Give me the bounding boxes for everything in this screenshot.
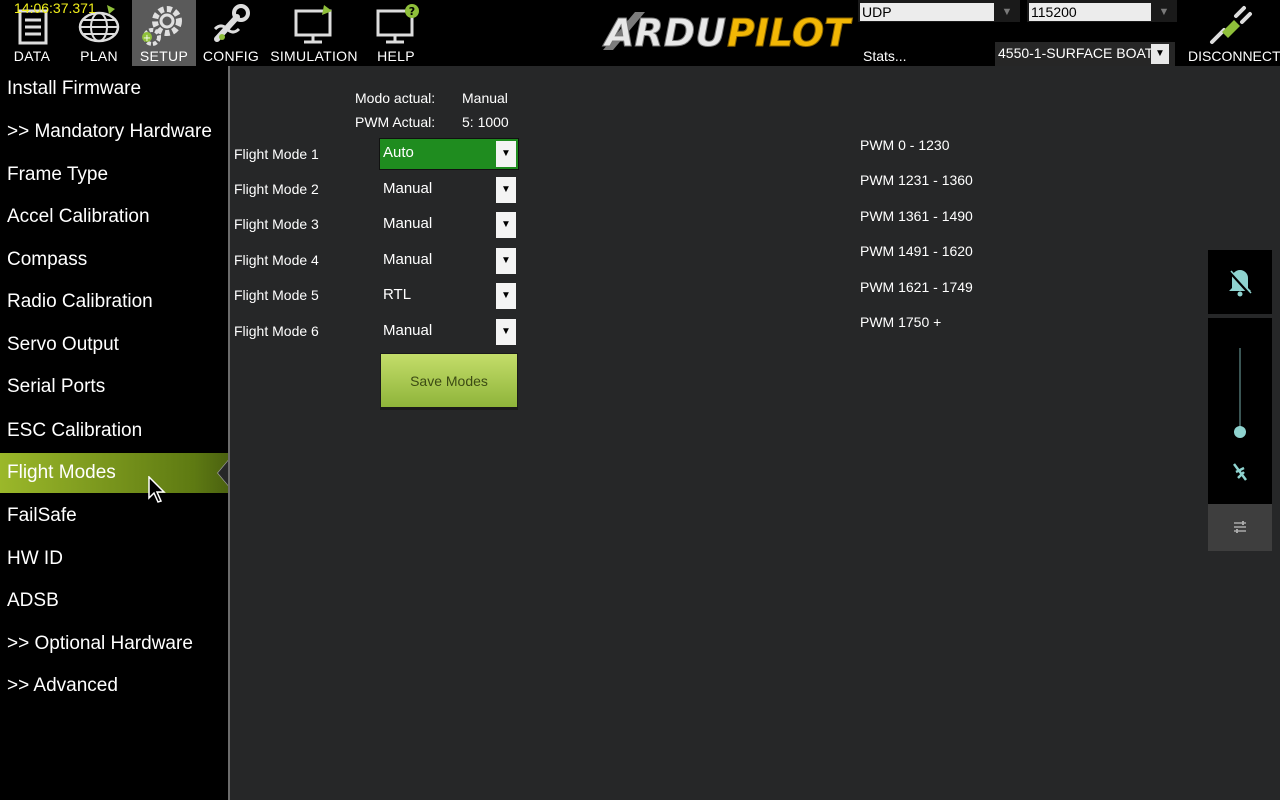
disconnect-button[interactable]: DISCONNECT: [1186, 0, 1280, 66]
baud-rate-select[interactable]: 115200 ▼: [1027, 0, 1177, 22]
sidebar-item-mandatory-hardware[interactable]: >> Mandatory Hardware: [0, 112, 228, 152]
flight-mode-4-select[interactable]: Manual ▼: [380, 246, 518, 276]
volume-slider-track[interactable]: [1239, 348, 1241, 434]
current-mode-value: Manual: [462, 90, 508, 106]
nav-plan-label: PLAN: [80, 48, 118, 64]
volume-slider-handle[interactable]: [1234, 426, 1246, 438]
sidebar-item-frame-type[interactable]: Frame Type: [0, 155, 228, 195]
current-pwm-label: PWM Actual:: [355, 114, 436, 130]
svg-text:ARDU: ARDU: [602, 11, 726, 55]
chevron-down-icon: ▼: [496, 319, 516, 345]
chevron-down-icon: ▼: [496, 283, 516, 309]
bell-off-icon: [1228, 270, 1252, 297]
current-pwm-value: 5: 1000: [462, 114, 509, 130]
connection-type-select[interactable]: UDP ▼: [858, 0, 1020, 22]
sidebar-divider: [228, 66, 230, 800]
flight-mode-1-value: Auto: [383, 144, 414, 161]
pwm-range-1: PWM 0 - 1230: [860, 137, 950, 153]
stats-link[interactable]: Stats...: [863, 48, 907, 64]
sidebar-item-advanced[interactable]: >> Advanced: [0, 666, 228, 706]
pwm-range-5: PWM 1621 - 1749: [860, 279, 973, 295]
chevron-down-icon: ▼: [496, 212, 516, 238]
vehicle-value: 4550-1-SURFACE BOAT: [998, 45, 1154, 61]
nav-data-label: DATA: [13, 48, 51, 64]
vehicle-select[interactable]: 4550-1-SURFACE BOAT ▼: [995, 42, 1175, 66]
svg-text:+: +: [143, 33, 151, 44]
settings-tune-button[interactable]: [1208, 504, 1272, 551]
flight-mode-2-value: Manual: [383, 180, 433, 197]
nav-config-button[interactable]: CONFIG: [198, 0, 264, 66]
flight-mode-2-label: Flight Mode 2: [234, 181, 319, 197]
wrench-icon: [213, 4, 250, 42]
sidebar-item-failsafe[interactable]: FailSafe: [0, 496, 228, 536]
nav-help-button[interactable]: ? HELP: [364, 0, 428, 66]
sidebar-item-hw-id[interactable]: HW ID: [0, 539, 228, 579]
flight-mode-3-label: Flight Mode 3: [234, 216, 319, 232]
flight-mode-5-label: Flight Mode 5: [234, 287, 319, 303]
chevron-down-icon: ▼: [496, 177, 516, 203]
monitor-help-icon: ?: [376, 4, 419, 44]
pwm-range-2: PWM 1231 - 1360: [860, 172, 973, 188]
gears-icon: +: [142, 6, 182, 46]
flight-mode-4-label: Flight Mode 4: [234, 252, 319, 268]
current-mode-label: Modo actual:: [355, 90, 436, 106]
sidebar-item-accel-calibration[interactable]: Accel Calibration: [0, 197, 228, 237]
connection-type-value: UDP: [860, 3, 994, 21]
flight-mode-5-select[interactable]: RTL ▼: [380, 281, 518, 311]
nav-setup-label: SETUP: [139, 48, 189, 64]
tune-icon: [1234, 521, 1246, 533]
mute-alerts-button[interactable]: [1208, 250, 1272, 314]
baud-rate-value: 115200: [1029, 3, 1151, 21]
sidebar-item-install-firmware[interactable]: Install Firmware: [0, 69, 228, 109]
nav-simulation-button[interactable]: SIMULATION: [268, 0, 360, 66]
flight-mode-4-value: Manual: [383, 251, 433, 268]
mouse-cursor-icon: [148, 476, 166, 503]
sidebar-item-serial-ports[interactable]: Serial Ports: [0, 367, 228, 407]
flight-mode-6-value: Manual: [383, 322, 433, 339]
sidebar-item-optional-hardware[interactable]: >> Optional Hardware: [0, 624, 228, 664]
ardupilot-logo: ARDU PILOT: [602, 11, 854, 56]
sidebar-item-compass[interactable]: Compass: [0, 240, 228, 280]
monitor-plane-icon: [294, 5, 332, 44]
flight-mode-3-value: Manual: [383, 215, 433, 232]
nav-setup-button[interactable]: + SETUP: [132, 0, 196, 66]
save-modes-button[interactable]: Save Modes: [380, 353, 518, 410]
sidebar-item-radio-calibration[interactable]: Radio Calibration: [0, 282, 228, 322]
mic-off-icon[interactable]: [1228, 460, 1252, 484]
sidebar-item-adsb[interactable]: ADSB: [0, 581, 228, 621]
setup-sidebar: Install Firmware >> Mandatory Hardware F…: [0, 66, 228, 800]
plug-icon: [1210, 6, 1252, 44]
nav-config-label: CONFIG: [202, 48, 260, 64]
chevron-down-icon: ▼: [496, 248, 516, 274]
chevron-down-icon: ▼: [1151, 44, 1169, 64]
sidebar-item-flight-modes[interactable]: Flight Modes: [0, 453, 228, 493]
flight-mode-5-value: RTL: [383, 286, 412, 303]
disconnect-label: DISCONNECT: [1188, 48, 1280, 64]
pwm-range-4: PWM 1491 - 1620: [860, 243, 973, 259]
flight-mode-6-label: Flight Mode 6: [234, 323, 319, 339]
flight-mode-6-select[interactable]: Manual ▼: [380, 317, 518, 347]
sidebar-item-esc-calibration[interactable]: ESC Calibration: [0, 411, 228, 451]
chevron-down-icon: ▼: [1158, 6, 1170, 18]
clock-readout: 14:06:37.371: [14, 0, 96, 16]
pwm-range-3: PWM 1361 - 1490: [860, 208, 973, 224]
top-toolbar: 14:06:37.371 DATA PLAN + SETUP CONFIG SI…: [0, 0, 1280, 66]
svg-text:PILOT: PILOT: [727, 11, 853, 55]
flight-mode-1-label: Flight Mode 1: [234, 146, 319, 162]
volume-slider-panel: [1208, 318, 1272, 504]
flight-mode-2-select[interactable]: Manual ▼: [380, 175, 518, 205]
svg-text:?: ?: [409, 5, 415, 18]
sidebar-item-servo-output[interactable]: Servo Output: [0, 325, 228, 365]
pwm-range-6: PWM 1750 +: [860, 314, 942, 330]
chevron-down-icon: ▼: [496, 141, 516, 167]
nav-help-label: HELP: [377, 48, 415, 64]
flight-mode-1-select[interactable]: Auto ▼: [379, 138, 519, 170]
chevron-down-icon: ▼: [1001, 6, 1013, 18]
flight-mode-3-select[interactable]: Manual ▼: [380, 210, 518, 240]
nav-simulation-label: SIMULATION: [270, 48, 358, 64]
